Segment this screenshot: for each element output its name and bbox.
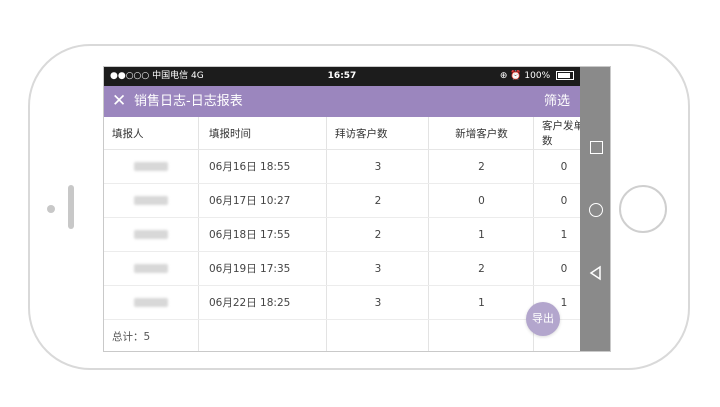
visits-count: 3	[374, 262, 382, 275]
phone-home-button[interactable]	[619, 185, 667, 233]
rotation-lock-icon: ⊕	[499, 71, 508, 81]
orders-count: 0	[560, 262, 568, 275]
table-header-row: 填报人 填报时间 拜访客户数 新增客户数 客户发单数	[104, 117, 580, 150]
status-right: ⊕ ⏰ 100%	[500, 67, 574, 86]
reporter-name-blurred	[104, 150, 199, 183]
title-bar: ✕ 销售日志-日志报表 筛选	[104, 86, 580, 117]
orders-count: 1	[560, 228, 568, 241]
new-customers-count: 1	[478, 296, 485, 309]
total-count: 总计：5	[112, 331, 151, 343]
report-time: 06月16日 18:55	[209, 161, 291, 173]
close-icon[interactable]: ✕	[112, 90, 126, 112]
page-title: 销售日志-日志报表	[134, 94, 243, 109]
recent-apps-icon[interactable]	[588, 139, 604, 155]
battery-percent: 100%	[524, 71, 551, 81]
header-report-time: 填报时间	[209, 127, 251, 140]
status-bar: ●●○○○ 中国电信 4G 16:57 ⊕ ⏰ 100%	[104, 67, 580, 86]
phone-speaker-slot	[68, 185, 74, 229]
app-screen: ●●○○○ 中国电信 4G 16:57 ⊕ ⏰ 100% ✕ 销售日志-日志报表…	[103, 66, 611, 352]
report-time: 06月18日 17:55	[209, 229, 291, 241]
visits-count: 2	[374, 228, 382, 241]
reporter-name-blurred	[104, 252, 199, 285]
visits-count: 2	[374, 194, 382, 207]
new-customers-count: 1	[478, 228, 485, 241]
back-icon[interactable]	[588, 265, 604, 281]
battery-icon	[556, 71, 574, 80]
new-customers-count: 2	[478, 160, 485, 173]
table-row[interactable]: 06月16日 18:55 3 2 0	[104, 150, 580, 184]
report-table: 填报人 填报时间 拜访客户数 新增客户数 客户发单数 06月16日 18:55 …	[104, 117, 580, 351]
phone-camera-dot	[47, 205, 55, 213]
home-icon[interactable]	[588, 202, 604, 218]
header-orders: 客户发单数	[542, 120, 580, 147]
header-reporter: 填报人	[112, 127, 144, 140]
visits-count: 3	[374, 160, 382, 173]
reporter-name-blurred	[104, 184, 199, 217]
android-nav-bar	[580, 67, 610, 351]
table-row[interactable]: 06月17日 10:27 2 0 0	[104, 184, 580, 218]
filter-button[interactable]: 筛选	[544, 86, 570, 117]
reporter-name-blurred	[104, 286, 199, 319]
new-customers-count: 0	[478, 194, 485, 207]
table-footer-row: 总计：5	[104, 320, 580, 351]
orders-count: 0	[560, 194, 568, 207]
reporter-name-blurred	[104, 218, 199, 251]
report-time: 06月19日 17:35	[209, 263, 291, 275]
header-new-customers: 新增客户数	[455, 127, 508, 140]
table-row[interactable]: 06月22日 18:25 3 1 1	[104, 286, 580, 320]
header-visits: 拜访客户数	[335, 127, 388, 140]
table-row[interactable]: 06月19日 17:35 3 2 0	[104, 252, 580, 286]
report-time: 06月17日 10:27	[209, 195, 291, 207]
export-button[interactable]: 导出	[526, 302, 560, 336]
alarm-icon: ⏰	[510, 71, 522, 81]
visits-count: 3	[374, 296, 382, 309]
report-time: 06月22日 18:25	[209, 297, 291, 309]
new-customers-count: 2	[478, 262, 485, 275]
orders-count: 0	[560, 160, 568, 173]
table-row[interactable]: 06月18日 17:55 2 1 1	[104, 218, 580, 252]
